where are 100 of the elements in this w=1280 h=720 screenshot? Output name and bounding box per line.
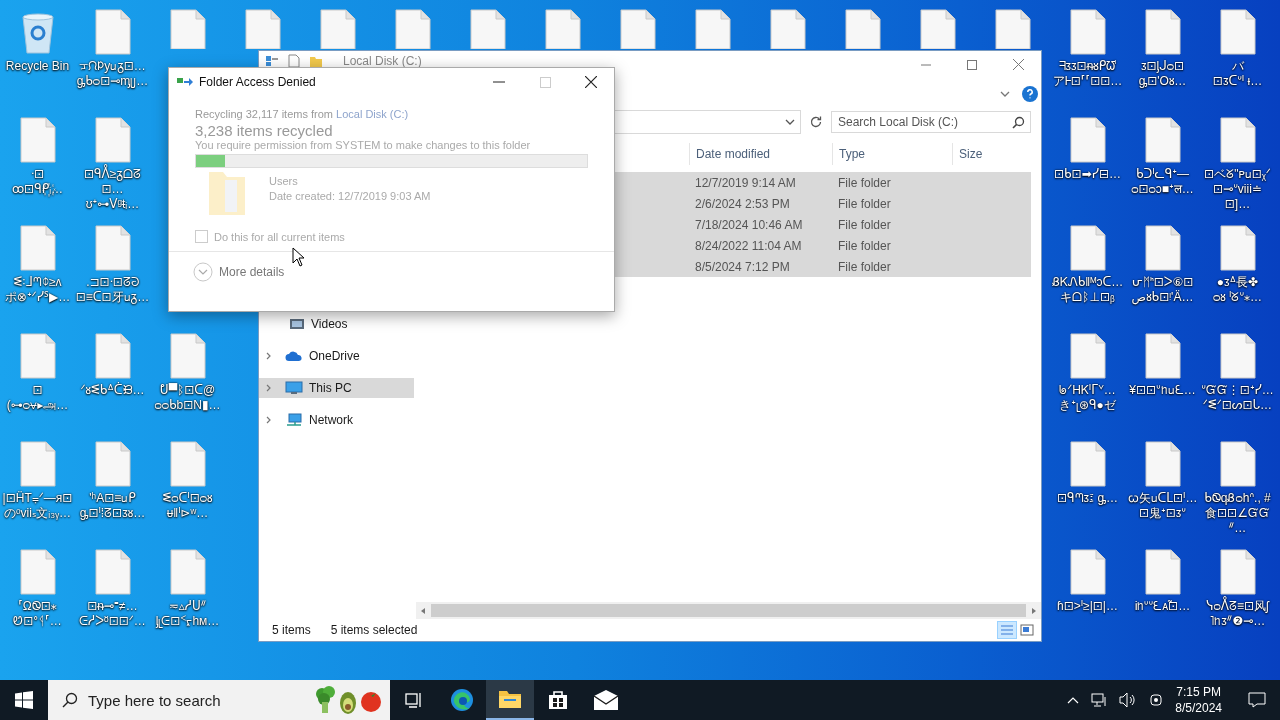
chevron-down-icon[interactable]	[1000, 90, 1010, 98]
file-icon[interactable]	[693, 9, 733, 49]
nav-item[interactable]: Videos	[259, 314, 414, 334]
shopping-bag-icon[interactable]	[547, 689, 569, 711]
date-cell-text: 12/7/2019 9:14 AM	[694, 175, 797, 190]
scroll-left-icon[interactable]	[419, 606, 427, 615]
file-name[interactable]: ᑲᑐᑊᓚᑫᐩ— ᴑ⊡ᴑᴐ■ᐩल…	[1125, 167, 1200, 197]
file-name[interactable]: ⊡ᑫᘉᴣ፤ ᶃ…	[1050, 491, 1125, 506]
file-icon[interactable]	[1217, 441, 1258, 487]
file-name[interactable]: ɦ⊡>ᑊ≥|⊡|…	[1050, 599, 1125, 614]
chevron-right-icon[interactable]	[265, 352, 273, 360]
file-icon[interactable]	[1217, 9, 1258, 55]
search-icon[interactable]	[1012, 116, 1025, 129]
file-name[interactable]: ᑲᏫqᏰᴑhᐢ., # 食⊡⊡∠ᏳᏳᐥ…	[1200, 491, 1275, 536]
file-icon[interactable]	[1142, 441, 1183, 487]
file-name[interactable]: ¥⊡⊡ᐡᥒᥙᘍ…	[1125, 383, 1200, 398]
file-icon[interactable]	[1067, 333, 1108, 379]
file-icon[interactable]	[1142, 117, 1183, 163]
file-name[interactable]: バ ⊡ᴣᑕᐡᑊ ᵻ…	[1200, 59, 1275, 89]
volume-icon[interactable]	[1119, 692, 1138, 708]
column-header[interactable]: Size	[952, 143, 1029, 165]
file-icon[interactable]	[1067, 549, 1108, 595]
chevron-right-icon[interactable]	[265, 384, 273, 392]
chevron-right-icon[interactable]	[265, 416, 273, 424]
file-icon[interactable]	[1067, 441, 1108, 487]
monitor-icon	[285, 381, 303, 395]
more-details-link[interactable]: More details	[219, 265, 285, 279]
network-icon	[285, 413, 303, 427]
file-name[interactable]: Ꭵᥒᐡᐡᘍᴀ̃⊡…	[1125, 599, 1200, 614]
checkbox[interactable]	[195, 230, 208, 243]
nav-item[interactable]: This PC	[259, 378, 414, 398]
scroll-right-icon[interactable]	[1030, 606, 1038, 615]
file-icon[interactable]	[1217, 225, 1258, 271]
file-name[interactable]: ᖚᐟHᏦᑊᒥᘁ… きᐩᥨ⊛ᑫ●ゼ	[1050, 383, 1125, 413]
file-icon[interactable]	[618, 9, 658, 49]
file-icon[interactable]	[1142, 9, 1183, 55]
file-explorer-button[interactable]	[486, 680, 534, 720]
file-icon[interactable]	[1142, 225, 1183, 271]
file-icon[interactable]	[1217, 117, 1258, 163]
search-icon[interactable]	[62, 692, 78, 708]
file-name[interactable]: ⊡ベᘜ"ᴩᥙ⊡ᵪᐟ ⊡⊸ᐡviii≐⊡]…	[1200, 167, 1275, 212]
file-icon[interactable]	[1067, 225, 1108, 271]
file-name[interactable]: ⊡ᑲ⊡➡ᓯ⊟…	[1050, 167, 1125, 182]
browser-icon[interactable]	[450, 688, 474, 712]
chevron-up-icon[interactable]	[1067, 696, 1080, 704]
file-icon[interactable]	[993, 9, 1033, 49]
date-cell-text: 8/24/2022 11:04 AM	[694, 238, 803, 253]
scrollbar-thumb[interactable]	[431, 604, 1026, 617]
file-icon[interactable]	[468, 9, 508, 49]
nav-item[interactable]: Network	[259, 410, 414, 430]
cloud-icon	[285, 350, 303, 362]
help-icon[interactable]	[1022, 86, 1038, 102]
file-icon[interactable]	[843, 9, 883, 49]
column-header[interactable]: Type	[832, 143, 952, 165]
windows-icon[interactable]	[15, 691, 33, 709]
file-icon[interactable]	[318, 9, 358, 49]
item-count: 5 items	[272, 623, 311, 637]
file-icon[interactable]	[543, 9, 583, 49]
file-name[interactable]: ꞷ矢ᥙᑕᒪ⊡ᑊ… ⊡鬼ᐩ⊡ᴣᐡ	[1125, 491, 1200, 521]
file-name[interactable]: ᕂᛗᑋ⊡ᐳ⑥⊡ صᴕᑲ⊡ᵎ'Ä…	[1125, 275, 1200, 305]
type-cell-text: File folder	[837, 238, 892, 253]
file-icon[interactable]	[1142, 333, 1183, 379]
mouse-pointer-icon	[292, 247, 305, 267]
notification-icon[interactable]	[1248, 692, 1266, 708]
file-icon[interactable]	[1067, 117, 1108, 163]
file-name[interactable]: ᐡᏳᏳ⋮⊡ᐩᓯ… ᐟᓬᐟ⊡ᔕ⊡ᒐ…	[1200, 383, 1275, 413]
file-name[interactable]: ᴣ⊡ᶅᒍᴑ⊡ ᶃ⊡'Oᴕ…	[1125, 59, 1200, 89]
type-cell-text: File folder	[837, 175, 892, 190]
close-icon[interactable]	[585, 76, 597, 88]
file-icon[interactable]	[1067, 9, 1108, 55]
file-icon[interactable]	[1217, 333, 1258, 379]
network-icon[interactable]	[1091, 692, 1108, 708]
file-icon[interactable]	[918, 9, 958, 49]
file-icon[interactable]	[1142, 549, 1183, 595]
nav-item[interactable]: OneDrive	[259, 346, 414, 366]
search-box[interactable]: Type here to search	[48, 680, 390, 720]
clock-time[interactable]: 7:15 PM	[1176, 684, 1221, 700]
refresh-icon[interactable]	[809, 115, 823, 129]
task-view-icon[interactable]	[404, 691, 424, 709]
horizontal-scrollbar[interactable]	[416, 602, 1041, 619]
type-cell-text: File folder	[837, 259, 892, 274]
file-icon[interactable]	[768, 9, 808, 49]
column-header[interactable]: Date modified	[689, 143, 832, 165]
search-field[interactable]: Search Local Disk (C:)	[831, 111, 1031, 133]
properties-icon[interactable]	[265, 54, 279, 68]
file-name[interactable]: ●ᴣᐞ長✤ ᴑᴕ ᑊᘜᐡ⁎…	[1200, 275, 1275, 305]
type-cell-text: File folder	[837, 196, 892, 211]
progress-text: Recycling 32,117 items from Local Disk (C:)	[195, 108, 410, 120]
type-cell-text: File folder	[837, 217, 892, 232]
file-name[interactable]: ᏰᏦᏁᑲ‖ᴹᴐᑕ… キᗝᛒ⊥⊡ᵦ	[1050, 275, 1125, 305]
chevron-down-icon[interactable]	[785, 118, 795, 126]
envelope-icon[interactable]	[593, 690, 619, 710]
file-icon[interactable]	[1217, 549, 1258, 595]
clock-date[interactable]: 8/5/2024	[1175, 700, 1222, 716]
large-icons-view-icon[interactable]	[1018, 622, 1036, 638]
maximize-icon[interactable]	[967, 59, 977, 70]
file-icon[interactable]	[393, 9, 433, 49]
file-name[interactable]: ᖷᴣᴣ⊡ᵰᴕᑭᘺ アᎰ⊡⸢⸢⊡⊡…	[1050, 59, 1125, 89]
camera-icon[interactable]	[1149, 692, 1164, 708]
folder-icon[interactable]	[498, 689, 522, 709]
